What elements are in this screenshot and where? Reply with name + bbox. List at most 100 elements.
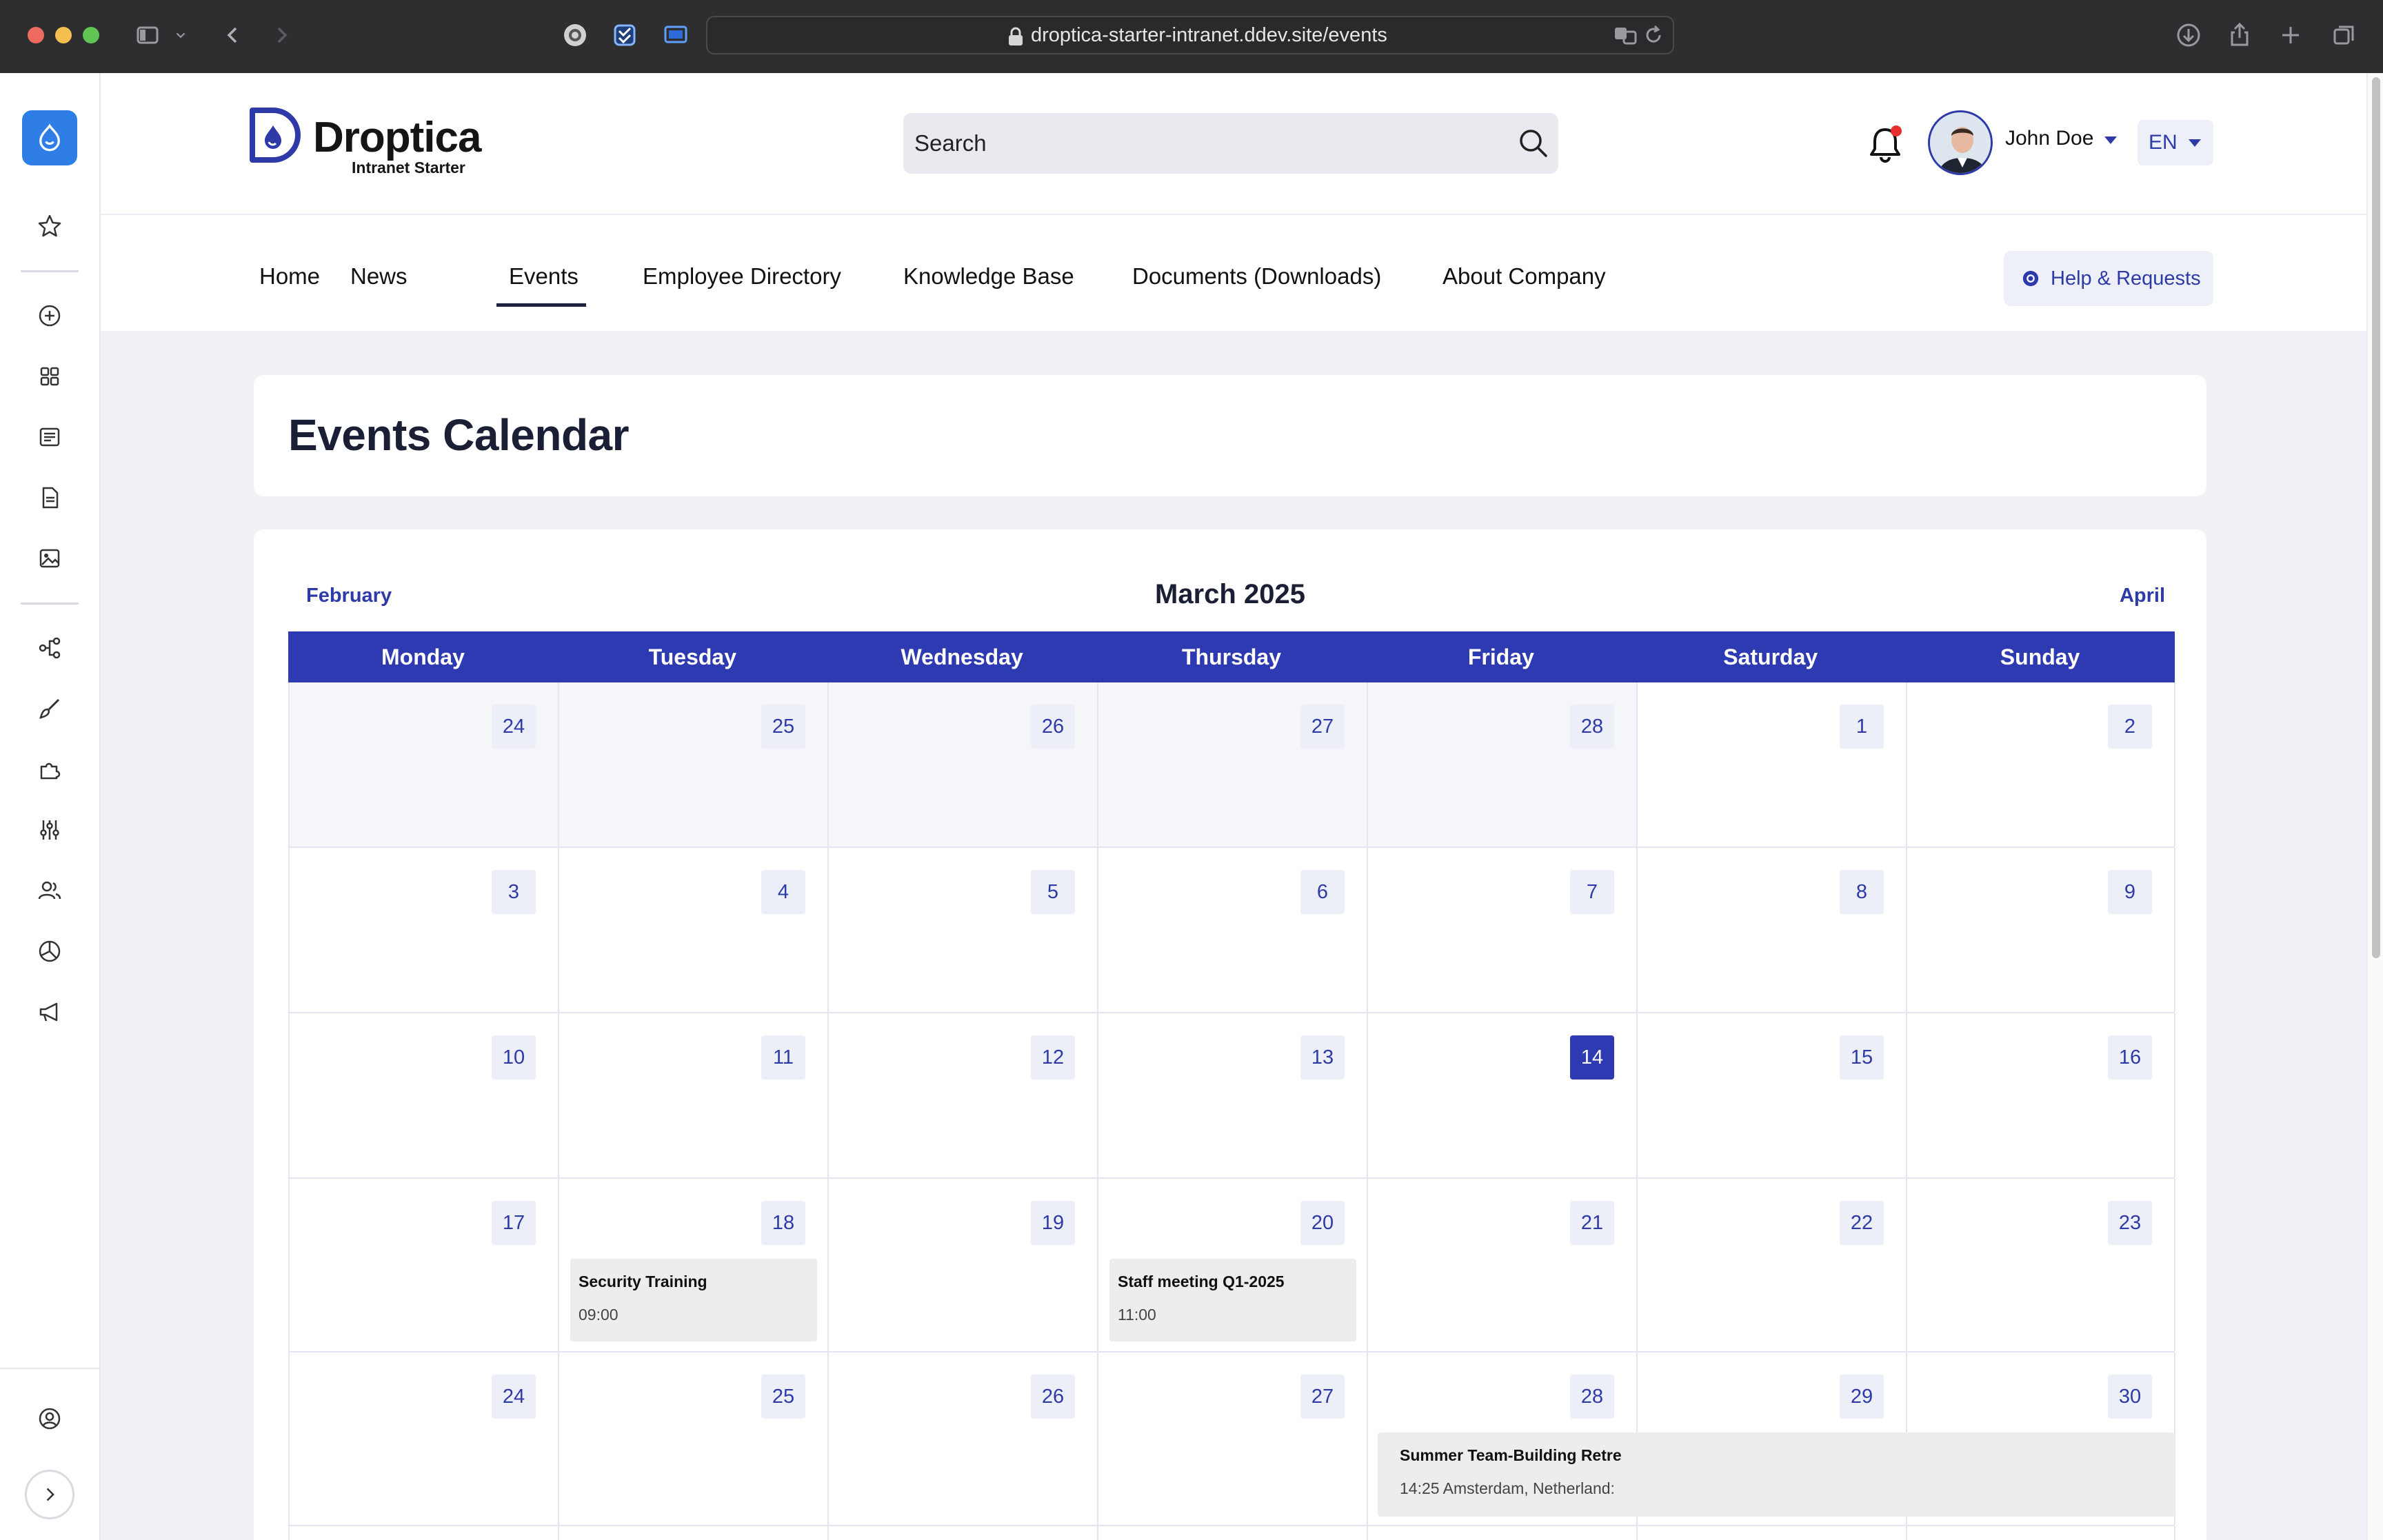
translate-icon[interactable]: [1611, 20, 1641, 50]
site-header: Droptica Intranet Starter Search John Do…: [101, 73, 2366, 215]
brush-icon[interactable]: [30, 689, 69, 728]
event-card[interactable]: Security Training 09:00: [570, 1259, 817, 1341]
calendar-day[interactable]: 21: [1367, 1179, 1636, 1351]
calendar-day[interactable]: 24: [288, 1352, 558, 1525]
star-icon[interactable]: [30, 207, 69, 245]
people-icon[interactable]: [30, 871, 69, 910]
calendar-day[interactable]: 24: [288, 682, 558, 847]
calendar-day[interactable]: 22: [1636, 1179, 1906, 1351]
window-zoom-button[interactable]: [83, 27, 99, 43]
nav-item-news[interactable]: News: [350, 263, 408, 290]
calendar-day[interactable]: 12: [827, 1013, 1097, 1177]
page-scrollbar[interactable]: [2366, 73, 2383, 1540]
nav-item-events[interactable]: Events: [509, 263, 579, 290]
next-month-link[interactable]: April: [2120, 585, 2165, 607]
calendar-day[interactable]: 4: [558, 848, 827, 1012]
calendar-day[interactable]: 3: [288, 848, 558, 1012]
new-tab-icon[interactable]: [2275, 20, 2306, 50]
extend-icon[interactable]: [30, 750, 69, 789]
calendar-day[interactable]: 2: [1906, 682, 2175, 847]
brand-logo[interactable]: Droptica Intranet Starter: [248, 106, 483, 178]
calendar-day[interactable]: [558, 1526, 827, 1540]
calendar-day[interactable]: 18 Security Training 09:00: [558, 1179, 827, 1351]
config-icon[interactable]: [30, 811, 69, 849]
user-menu-chevron-down-icon[interactable]: [2104, 136, 2117, 144]
calendar-day[interactable]: 5: [827, 848, 1097, 1012]
media-icon[interactable]: [30, 539, 69, 578]
nav-item-employee-directory[interactable]: Employee Directory: [643, 263, 841, 290]
language-switcher[interactable]: EN: [2138, 120, 2213, 165]
structure-icon[interactable]: [30, 629, 69, 667]
calendar-day[interactable]: [1636, 1526, 1906, 1540]
nav-item-about-company[interactable]: About Company: [1442, 263, 1606, 290]
calendar-day[interactable]: 11: [558, 1013, 827, 1177]
chevron-down-icon[interactable]: [171, 20, 190, 50]
forward-icon[interactable]: [266, 20, 296, 50]
expand-icon[interactable]: [25, 1470, 74, 1519]
calendar-day[interactable]: 13: [1097, 1013, 1367, 1177]
screen-extension-icon[interactable]: [661, 20, 691, 50]
calendar-day[interactable]: 16: [1906, 1013, 2175, 1177]
calendar-day[interactable]: 20 Staff meeting Q1-2025 11:00: [1097, 1179, 1367, 1351]
user-name[interactable]: John Doe: [2005, 127, 2093, 150]
reports-icon[interactable]: [30, 932, 69, 971]
sidebar-toggle-icon[interactable]: [132, 20, 163, 50]
tasks-extension-icon[interactable]: [610, 20, 640, 50]
nav-item-documents[interactable]: Documents (Downloads): [1132, 263, 1381, 290]
document-icon[interactable]: [30, 478, 69, 517]
weekday-label: Wednesday: [901, 645, 1023, 669]
calendar-day[interactable]: 15: [1636, 1013, 1906, 1177]
calendar-day[interactable]: 1: [1636, 682, 1906, 847]
calendar-day[interactable]: 26: [827, 682, 1097, 847]
reload-icon[interactable]: [1638, 20, 1669, 50]
calendar-day[interactable]: 23: [1906, 1179, 2175, 1351]
calendar-day[interactable]: 9: [1906, 848, 2175, 1012]
calendar-day[interactable]: 8: [1636, 848, 1906, 1012]
downloads-icon[interactable]: [2173, 20, 2204, 50]
event-card[interactable]: Staff meeting Q1-2025 11:00: [1109, 1259, 1356, 1341]
multi-day-event-card[interactable]: Summer Team-Building Retre 14:25 Amsterd…: [1378, 1432, 2175, 1517]
window-minimize-button[interactable]: [55, 27, 72, 43]
weekday-label: Saturday: [1723, 645, 1818, 669]
share-icon[interactable]: [2224, 20, 2255, 50]
calendar-day[interactable]: 25: [558, 1352, 827, 1525]
calendar-day[interactable]: 25: [558, 682, 827, 847]
calendar-day-today[interactable]: 14: [1367, 1013, 1636, 1177]
calendar-day[interactable]: [1367, 1526, 1636, 1540]
grid-icon[interactable]: [30, 357, 69, 396]
address-bar[interactable]: droptica-starter-intranet.ddev.site/even…: [706, 16, 1674, 54]
calendar-day[interactable]: [827, 1526, 1097, 1540]
search-input[interactable]: Search: [903, 113, 1558, 174]
avatar[interactable]: [1928, 110, 1993, 175]
calendar-day[interactable]: 17: [288, 1179, 558, 1351]
calendar-day[interactable]: 26: [827, 1352, 1097, 1525]
back-icon[interactable]: [218, 20, 248, 50]
announce-icon[interactable]: [30, 993, 69, 1031]
nav-item-knowledge-base[interactable]: Knowledge Base: [903, 263, 1074, 290]
calendar-day[interactable]: [288, 1526, 558, 1540]
window-close-button[interactable]: [28, 27, 44, 43]
weekday-label: Sunday: [2000, 645, 2080, 669]
calendar-day[interactable]: 28: [1367, 682, 1636, 847]
add-icon[interactable]: [30, 296, 69, 335]
calendar-day[interactable]: 6: [1097, 848, 1367, 1012]
scrollbar-thumb[interactable]: [2372, 77, 2380, 958]
grammarly-extension-icon[interactable]: [560, 20, 590, 50]
list-icon[interactable]: [30, 418, 69, 456]
tab-overview-icon[interactable]: [2329, 20, 2360, 50]
calendar-day[interactable]: 27: [1097, 1352, 1367, 1525]
calendar-day[interactable]: 27: [1097, 682, 1367, 847]
search-icon[interactable]: [1516, 125, 1551, 161]
drupal-icon[interactable]: [22, 110, 77, 165]
notifications-bell-icon[interactable]: [1863, 123, 1907, 167]
nav-item-home[interactable]: Home: [259, 263, 320, 290]
calendar-day[interactable]: 7: [1367, 848, 1636, 1012]
calendar-day[interactable]: [1906, 1526, 2175, 1540]
day-number: 1: [1840, 705, 1884, 749]
admin-toolbar: [0, 73, 101, 1540]
calendar-day[interactable]: 19: [827, 1179, 1097, 1351]
calendar-day[interactable]: [1097, 1526, 1367, 1540]
calendar-day[interactable]: 10: [288, 1013, 558, 1177]
help-requests-button[interactable]: Help & Requests: [2004, 251, 2213, 306]
user-icon[interactable]: [30, 1399, 69, 1438]
